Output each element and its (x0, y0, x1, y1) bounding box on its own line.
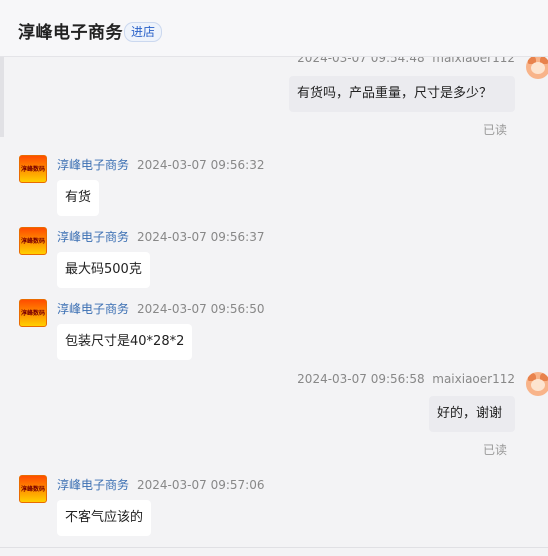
message-bubble[interactable]: 不客气应该的 (57, 500, 152, 536)
message-meta: 淳峰电子商务 2024-03-07 09:56:50 (57, 300, 264, 317)
read-status: 已读 (483, 123, 508, 137)
message-sender: 淳峰电子商务 (57, 230, 130, 244)
chat-header: 淳峰电子商务 进店 (0, 0, 548, 57)
message-meta: 淳峰电子商务 2024-03-07 09:56:37 (57, 228, 264, 245)
message-meta: 淳峰电子商务 2024-03-07 09:56:32 (57, 156, 264, 173)
message-time: 2024-03-07 09:56:50 (137, 302, 265, 316)
enter-store-button[interactable]: 进店 (124, 22, 163, 42)
shop-name[interactable]: 淳峰电子商务 (18, 18, 123, 43)
user-avatar[interactable] (526, 55, 548, 79)
input-divider (0, 547, 548, 548)
message-bubble[interactable]: 包装尺寸是40*28*2 (57, 324, 193, 360)
chat-window: 2024-03-07 09:54:48 maixiaoer112 有货吗，产品重… (0, 0, 548, 556)
side-divider (0, 57, 4, 137)
shop-avatar[interactable]: 淳峰数码 (19, 155, 47, 183)
shop-avatar[interactable]: 淳峰数码 (19, 475, 47, 503)
message-bubble[interactable]: 好的，谢谢 (429, 396, 515, 432)
message-bubble[interactable]: 最大码500克 (57, 252, 150, 288)
message-bubble[interactable]: 有货 (57, 180, 100, 216)
message-bubble[interactable]: 有货吗，产品重量，尺寸是多少？ (289, 76, 515, 112)
read-status: 已读 (483, 443, 508, 457)
message-time: 2024-03-07 09:56:37 (137, 230, 265, 244)
user-avatar[interactable] (526, 372, 548, 396)
shop-avatar[interactable]: 淳峰数码 (19, 299, 47, 327)
message-meta: 2024-03-07 09:56:58 maixiaoer112 (297, 372, 515, 386)
message-sender: 淳峰电子商务 (57, 158, 130, 172)
message-meta: 淳峰电子商务 2024-03-07 09:57:06 (57, 476, 264, 493)
message-time: 2024-03-07 09:56:58 (297, 372, 425, 386)
message-sender: maixiaoer112 (432, 372, 515, 386)
message-time: 2024-03-07 09:56:32 (137, 158, 265, 172)
shop-avatar[interactable]: 淳峰数码 (19, 227, 47, 255)
message-sender: 淳峰电子商务 (57, 302, 130, 316)
message-sender: 淳峰电子商务 (57, 478, 130, 492)
message-time: 2024-03-07 09:57:06 (137, 478, 265, 492)
